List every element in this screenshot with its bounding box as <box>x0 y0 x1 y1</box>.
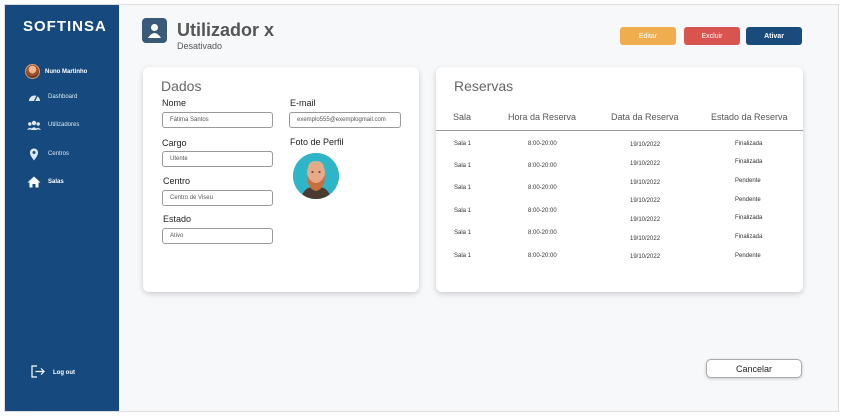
table-cell-hora: 8:00-20:00 <box>528 141 557 147</box>
table-cell-data: 19/10/2022 <box>630 161 661 167</box>
nome-label: Nome <box>162 98 187 108</box>
speedometer-icon <box>27 91 41 103</box>
table-cell-data: 19/10/2022 <box>630 236 661 242</box>
table-cell-sala: Sala 1 <box>454 253 472 259</box>
user-name: Nuno Martinho <box>45 68 88 75</box>
table-cell-estado: Finalizada <box>735 141 763 147</box>
page-title: Utilizador x <box>177 20 275 40</box>
email-label: E-mail <box>290 98 316 108</box>
sidebar-item-centros[interactable]: Centros <box>27 148 69 160</box>
table-cell-sala: Sala 1 <box>454 185 472 191</box>
sidebar-item-salas[interactable]: Salas <box>27 176 64 188</box>
location-pin-icon <box>27 148 41 160</box>
table-cell-sala: Sala 1 <box>454 208 472 214</box>
table-cell-estado: Finalizada <box>735 215 763 221</box>
table-cell-hora: 8:00-20:00 <box>528 230 557 236</box>
reservas-title: Reservas <box>454 78 514 94</box>
table-cell-estado: Finalizada <box>735 234 763 240</box>
table-cell-estado: Finalizada <box>735 159 763 165</box>
table-cell-hora: 8:00-20:00 <box>528 253 557 259</box>
reservas-card: Reservas Sala Hora da Reserva Data da Re… <box>436 67 803 292</box>
centro-label: Centro <box>163 176 191 186</box>
edit-button[interactable]: Editar <box>620 27 676 45</box>
centro-field[interactable]: Centro de Viseu <box>162 190 273 206</box>
table-cell-data: 19/10/2022 <box>630 198 661 204</box>
sidebar-item-utilizadores[interactable]: Utilizadores <box>27 119 79 131</box>
table-cell-data: 19/10/2022 <box>630 142 661 148</box>
logout-icon <box>31 365 45 380</box>
sidebar-item-dashboard[interactable]: Dashboard <box>27 91 77 103</box>
sidebar-item-label: Centros <box>48 151 70 157</box>
table-header-divider <box>436 130 803 131</box>
column-header-estado: Estado da Reserva <box>711 112 788 122</box>
column-header-hora: Hora da Reserva <box>508 112 577 122</box>
table-cell-estado: Pendente <box>735 253 761 259</box>
table-cell-sala: Sala 1 <box>454 230 472 236</box>
cargo-field[interactable]: Utente <box>162 151 273 167</box>
sidebar-item-label: Salas <box>48 179 64 185</box>
column-header-sala: Sala <box>453 112 472 122</box>
foto-label: Foto de Perfil <box>290 137 344 147</box>
estado-field[interactable]: Ativo <box>162 228 273 244</box>
user-profile[interactable]: Nuno Martinho <box>25 64 87 79</box>
brand-logo: SOFTINSA <box>23 18 107 35</box>
table-cell-sala: Sala 1 <box>454 163 472 169</box>
profile-photo[interactable] <box>293 153 339 199</box>
table-cell-data: 19/10/2022 <box>630 180 661 186</box>
cancel-button[interactable]: Cancelar <box>706 359 802 378</box>
table-cell-estado: Pendente <box>735 178 761 184</box>
user-avatar <box>25 64 40 79</box>
nome-field[interactable]: Fátima Santos <box>162 112 273 128</box>
cargo-label: Cargo <box>162 138 187 148</box>
table-cell-hora: 8:00-20:00 <box>528 185 557 191</box>
table-cell-hora: 8:00-20:00 <box>528 208 557 214</box>
delete-button[interactable]: Excluir <box>684 27 740 45</box>
dados-title: Dados <box>161 78 202 94</box>
email-field[interactable]: exemplo555@exemplogmail.com <box>289 112 401 128</box>
app-frame: SOFTINSA Nuno Martinho Dashboard Utiliza… <box>4 4 839 412</box>
users-icon <box>27 119 41 131</box>
table-cell-sala: Sala 1 <box>454 141 472 147</box>
logout-button[interactable]: Log out <box>31 365 75 380</box>
home-icon <box>27 176 41 188</box>
table-cell-data: 19/10/2022 <box>630 254 661 260</box>
logout-label: Log out <box>53 369 75 376</box>
activate-button[interactable]: Ativar <box>746 27 802 45</box>
sidebar: SOFTINSA Nuno Martinho Dashboard Utiliza… <box>5 5 119 411</box>
table-cell-data: 19/10/2022 <box>630 217 661 223</box>
user-profile-icon <box>142 18 167 43</box>
sidebar-item-label: Dashboard <box>48 94 78 100</box>
table-cell-estado: Pendente <box>735 197 761 203</box>
table-cell-hora: 8:00-20:00 <box>528 163 557 169</box>
sidebar-item-label: Utilizadores <box>48 122 80 128</box>
user-status-subtitle: Desativado <box>177 41 223 51</box>
column-header-data: Data da Reserva <box>611 112 679 122</box>
estado-label: Estado <box>163 214 192 224</box>
dados-card: Dados Nome Fátima Santos E-mail exemplo5… <box>143 67 419 292</box>
